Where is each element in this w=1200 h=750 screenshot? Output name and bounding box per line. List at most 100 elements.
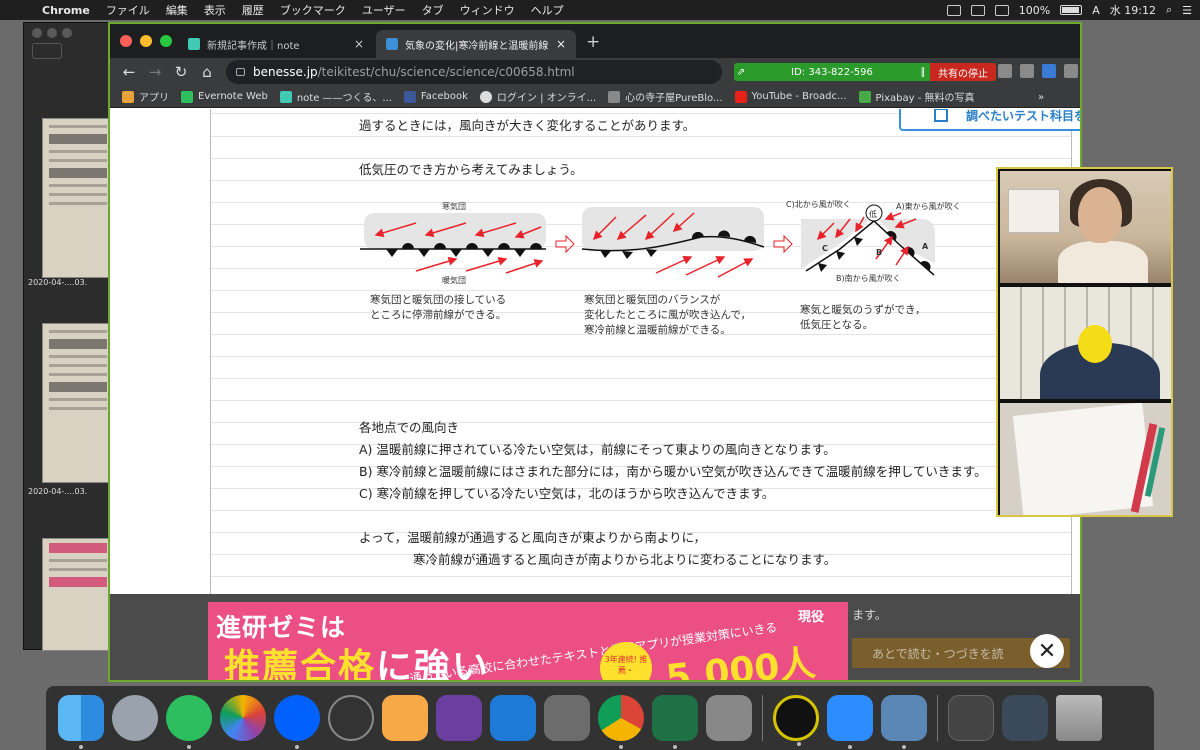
video-tile-notebook[interactable]: [1000, 403, 1171, 515]
window-minimize-icon[interactable]: [140, 35, 152, 47]
menu-app-name[interactable]: Chrome: [34, 4, 98, 17]
sidebar-toggle-icon[interactable]: [32, 43, 62, 59]
zoom-video-panel: [996, 167, 1173, 517]
menu-window[interactable]: ウィンドウ: [452, 2, 523, 18]
excel-icon[interactable]: [652, 695, 698, 749]
page-thumbnail[interactable]: [42, 118, 114, 278]
ad-banner[interactable]: 進研ゼミは 推薦合格に強い 通っている高校に合わせたテキストと学習アプリが授業対…: [208, 602, 848, 680]
wifi-icon[interactable]: [994, 4, 1009, 16]
bookmark-label: アプリ: [139, 93, 169, 104]
menu-user[interactable]: ユーザー: [354, 2, 414, 18]
ad-close-button[interactable]: ✕: [1030, 634, 1064, 668]
battery-icon[interactable]: [1060, 5, 1083, 15]
tab-bar: 新規記事作成｜note × 気象の変化|寒冷前線と温暖前線の... × +: [110, 24, 1080, 58]
bookmark-label: 心の寺子屋PureBlo...: [625, 93, 723, 104]
finder-icon[interactable]: [58, 695, 104, 749]
evernote-icon: [181, 90, 193, 103]
bookmark-facebook[interactable]: Facebook: [403, 90, 468, 103]
address-bar[interactable]: benesse.jp/teikitest/chu/science/science…: [226, 60, 722, 84]
preview-icon[interactable]: [881, 695, 927, 749]
dropbox-status-icon[interactable]: [970, 4, 985, 16]
zoom-status-icon[interactable]: [946, 4, 961, 16]
bookmark-evernote[interactable]: Evernote Web: [181, 90, 268, 103]
menu-list-icon[interactable]: ☰: [1182, 4, 1192, 17]
dropbox-extension-icon[interactable]: [1064, 64, 1078, 78]
keynote-icon[interactable]: [490, 695, 536, 741]
close-dot-icon[interactable]: [32, 28, 42, 38]
section-heading: 各地点での風向き: [359, 420, 460, 435]
tab-title: 新規記事作成｜note: [207, 40, 300, 52]
page-thumbnail[interactable]: [42, 538, 114, 651]
new-tab-button[interactable]: +: [586, 32, 600, 52]
bookmark-terakoya[interactable]: 心の寺子屋PureBlo...: [608, 89, 723, 104]
extension-icon[interactable]: [1042, 64, 1056, 78]
page-thumbnail[interactable]: [42, 323, 114, 483]
obscured-text: ます。: [852, 608, 887, 622]
forward-icon[interactable]: →: [148, 63, 162, 81]
tab-close-icon[interactable]: ×: [556, 37, 566, 51]
menu-tab[interactable]: タブ: [414, 2, 452, 18]
imovie-icon[interactable]: [436, 695, 482, 741]
system-preferences-icon[interactable]: [544, 695, 590, 741]
extension-icon[interactable]: [998, 64, 1012, 78]
reload-icon[interactable]: ↻: [174, 63, 188, 81]
home-icon[interactable]: ⌂: [200, 63, 214, 81]
tab-close-icon[interactable]: ×: [354, 37, 364, 51]
menu-view[interactable]: 表示: [196, 2, 234, 18]
bookmark-pixabay[interactable]: Pixabay - 無料の写真: [858, 89, 975, 104]
bookmarks-bar: アプリ Evernote Web note ——つくる、... Facebook…: [110, 86, 1080, 108]
pin-icon[interactable]: ⇗: [734, 67, 748, 78]
chrome-icon[interactable]: [598, 695, 644, 749]
point-b-text: B) 寒冷前線と温暖前線にはさまれた部分には，南から暖かい空気が吹き込んできて温…: [359, 464, 987, 479]
zoom-dot-icon[interactable]: [62, 28, 72, 38]
bookmarks-overflow[interactable]: »: [1038, 86, 1044, 108]
clock[interactable]: 水 19:12: [1110, 2, 1156, 18]
menu-edit[interactable]: 編集: [158, 2, 196, 18]
menu-file[interactable]: ファイル: [98, 2, 158, 18]
bookmark-apps[interactable]: アプリ: [122, 89, 169, 104]
davinci-icon[interactable]: [773, 695, 819, 746]
pages-icon[interactable]: [382, 695, 428, 741]
zoom-icon[interactable]: [827, 695, 873, 749]
bookmark-note[interactable]: note ——つくる、...: [279, 89, 392, 104]
checkbox-icon: [933, 109, 948, 122]
conclusion-text: よって，温暖前線が通過すると風向きが東よりから南よりに，: [359, 530, 707, 545]
lock-icon: [236, 68, 245, 76]
trash-icon[interactable]: [1056, 695, 1102, 741]
menu-history[interactable]: 履歴: [234, 2, 272, 18]
caption-panel1: 寒気団と暖気団の接している ところに停滞前線ができる。: [370, 294, 507, 321]
window-thumbnail-icon[interactable]: [948, 695, 994, 741]
video-tile-teacher[interactable]: [1000, 171, 1171, 283]
video-tile-student[interactable]: [1000, 287, 1171, 399]
apps-grid-icon: [122, 90, 134, 103]
back-icon[interactable]: ←: [122, 63, 136, 81]
dropbox-icon[interactable]: [274, 695, 320, 749]
status-area: 100% A 水 19:12 ⌕ ☰: [946, 0, 1192, 20]
downloads-stack-icon[interactable]: [1002, 695, 1048, 741]
evernote-icon[interactable]: [166, 695, 212, 749]
window-zoom-icon[interactable]: [160, 35, 172, 47]
search-icon[interactable]: ⌕: [1166, 3, 1172, 17]
window-close-icon[interactable]: [120, 35, 132, 47]
menu-help[interactable]: ヘルプ: [523, 2, 572, 18]
launchpad-icon[interactable]: [112, 695, 158, 741]
bookmark-login[interactable]: ログイン | オンライ...: [479, 89, 596, 104]
stop-share-button[interactable]: 共有の停止: [930, 63, 996, 81]
minimize-dot-icon[interactable]: [47, 28, 57, 38]
menu-bookmarks[interactable]: ブックマーク: [272, 2, 354, 18]
bookmark-label: Pixabay - 無料の写真: [875, 93, 975, 104]
calculator-icon[interactable]: [706, 695, 752, 741]
bookmark-youtube[interactable]: YouTube - Broadc...: [734, 90, 847, 103]
tab-note[interactable]: 新規記事作成｜note ×: [178, 30, 374, 58]
onyx-icon[interactable]: [328, 695, 374, 741]
benesse-favicon-icon: [386, 38, 398, 50]
preview-window: 2020-04-....03. 2020-04-....03.: [23, 22, 118, 651]
pause-icon[interactable]: ∥: [916, 67, 930, 78]
extension-icon[interactable]: [1020, 64, 1034, 78]
select-subject-button[interactable]: 調べたいテスト科目を選択する: [899, 109, 1080, 131]
input-mode[interactable]: A: [1092, 4, 1100, 17]
point-a-label: A)東から風が吹く: [896, 201, 961, 211]
thumbnail-label: 2020-04-....03.: [28, 487, 88, 496]
photos-icon[interactable]: [220, 695, 266, 741]
tab-benesse[interactable]: 気象の変化|寒冷前線と温暖前線の... ×: [376, 30, 576, 58]
